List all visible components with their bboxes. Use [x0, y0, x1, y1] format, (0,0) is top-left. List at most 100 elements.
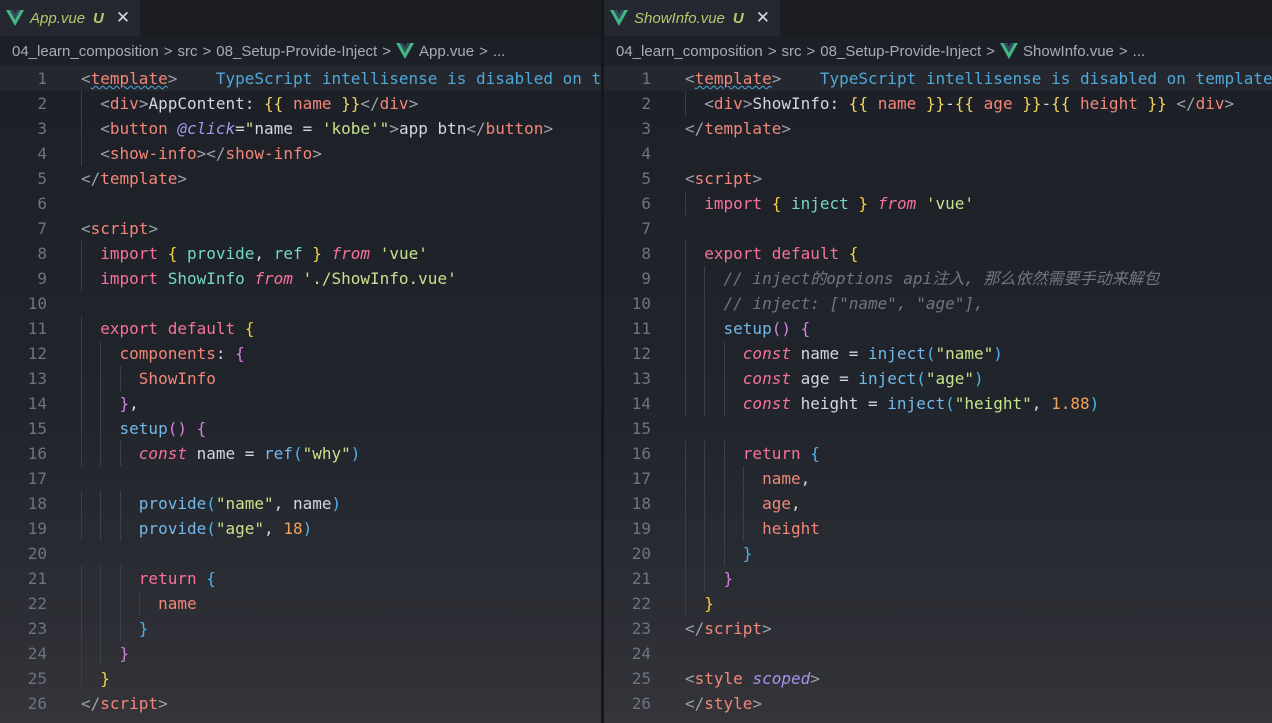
tab-bar: ShowInfo.vue U ✕: [604, 0, 1272, 36]
code-line[interactable]: 26 </script>: [0, 691, 601, 716]
code-line[interactable]: 15: [604, 416, 1272, 441]
code-line[interactable]: 17 name,: [604, 466, 1272, 491]
code-line[interactable]: 10 // inject: ["name", "age"],: [604, 291, 1272, 316]
code-line[interactable]: 22 name: [0, 591, 601, 616]
breadcrumb-folder[interactable]: src: [178, 43, 198, 60]
code-line[interactable]: 5 <script>: [604, 166, 1272, 191]
code-line[interactable]: 10: [0, 291, 601, 316]
code-content: import { provide, ref } from 'vue': [81, 241, 428, 266]
code-line[interactable]: 14 const height = inject("height", 1.88): [604, 391, 1272, 416]
code-line[interactable]: 16 const name = ref("why"): [0, 441, 601, 466]
code-line[interactable]: 24: [604, 641, 1272, 666]
code-line[interactable]: 23 </script>: [604, 616, 1272, 641]
code-editor[interactable]: 1 <template> TypeScript intellisense is d…: [604, 66, 1272, 716]
close-icon[interactable]: ✕: [756, 8, 770, 28]
breadcrumb-folder[interactable]: 04_learn_composition: [616, 43, 763, 60]
code-line[interactable]: 19 provide("age", 18): [0, 516, 601, 541]
code-line[interactable]: 5 </template>: [0, 166, 601, 191]
breadcrumb-folder[interactable]: 08_Setup-Provide-Inject: [820, 43, 981, 60]
code-line[interactable]: 26 </style>: [604, 691, 1272, 716]
code-token: const: [742, 369, 791, 388]
code-line[interactable]: 25 <style scoped>: [604, 666, 1272, 691]
code-line[interactable]: 21 }: [604, 566, 1272, 591]
code-token: ": [379, 119, 390, 138]
code-line[interactable]: 20: [0, 541, 601, 566]
code-line[interactable]: 2 <div>ShowInfo: {{ name }}-{{ age }}-{{…: [604, 91, 1272, 116]
tab-app-vue[interactable]: App.vue U ✕: [0, 0, 141, 36]
indent-guide: [100, 416, 102, 441]
code-line[interactable]: 8 import { provide, ref } from 'vue': [0, 241, 601, 266]
code-token: ref: [273, 244, 303, 263]
breadcrumb-file[interactable]: ShowInfo.vue: [1000, 43, 1114, 60]
code-line[interactable]: 8 export default {: [604, 241, 1272, 266]
code-token: ref: [264, 444, 293, 463]
code-line[interactable]: 14 },: [0, 391, 601, 416]
code-line[interactable]: 18 age,: [604, 491, 1272, 516]
code-line[interactable]: 21 return {: [0, 566, 601, 591]
code-line[interactable]: 4 <show-info></show-info>: [0, 141, 601, 166]
close-icon[interactable]: ✕: [116, 8, 130, 28]
code-token: (): [771, 319, 791, 338]
code-line[interactable]: 4: [604, 141, 1272, 166]
code-line[interactable]: 7 <script>: [0, 216, 601, 241]
indent-guide: [81, 241, 82, 266]
code-editor[interactable]: 1 <template> TypeScript intellisense is d…: [0, 66, 601, 716]
code-line[interactable]: 3 </template>: [604, 116, 1272, 141]
code-line[interactable]: 23 }: [0, 616, 601, 641]
code-token: (: [206, 494, 216, 513]
breadcrumb-more[interactable]: ...: [1133, 43, 1146, 60]
code-line[interactable]: 3 <button @click="name = 'kobe'">app btn…: [0, 116, 601, 141]
code-line[interactable]: 25 }: [0, 666, 601, 691]
code-line[interactable]: 9 import ShowInfo from './ShowInfo.vue': [0, 266, 601, 291]
intellisense-hint: TypeScript intellisense is disabled on t…: [215, 69, 601, 88]
tab-showinfo-vue[interactable]: ShowInfo.vue U ✕: [604, 0, 780, 36]
code-line[interactable]: 11 setup() {: [604, 316, 1272, 341]
code-token: template: [694, 69, 772, 88]
code-line[interactable]: 1 <template> TypeScript intellisense is d…: [604, 66, 1272, 91]
breadcrumb-folder[interactable]: src: [782, 43, 802, 60]
code-token: ,: [800, 469, 811, 488]
code-line[interactable]: 20 }: [604, 541, 1272, 566]
code-line[interactable]: 17: [0, 466, 601, 491]
code-line[interactable]: 13 ShowInfo: [0, 366, 601, 391]
code-line[interactable]: 19 height: [604, 516, 1272, 541]
code-line[interactable]: 9 // inject的options api注入, 那么依然需要手动来解包: [604, 266, 1272, 291]
code-line[interactable]: 7: [604, 216, 1272, 241]
chevron-right-icon: >: [806, 42, 816, 60]
code-token: <: [704, 94, 714, 113]
code-line[interactable]: 22 }: [604, 591, 1272, 616]
code-token: name: [158, 594, 197, 613]
code-line[interactable]: 6: [0, 191, 601, 216]
vue-icon: [610, 10, 628, 26]
code-line[interactable]: 6 import { inject } from 'vue': [604, 191, 1272, 216]
breadcrumb-folder[interactable]: 04_learn_composition: [12, 43, 159, 60]
line-number: 13: [27, 369, 47, 388]
breadcrumb-file[interactable]: App.vue: [396, 43, 474, 60]
editor-workspace: App.vue U ✕ 04_learn_composition > src >…: [0, 0, 1272, 723]
code-token: ): [350, 444, 361, 463]
code-line[interactable]: 12 components: {: [0, 341, 601, 366]
indent-guide: [704, 466, 706, 491]
code-line[interactable]: 12 const name = inject("name"): [604, 341, 1272, 366]
code-token: inject: [790, 194, 849, 213]
code-line[interactable]: 13 const age = inject("age"): [604, 366, 1272, 391]
code-token: }: [704, 594, 714, 613]
code-line[interactable]: 1 <template> TypeScript intellisense is d…: [0, 66, 601, 91]
indent-guide: [704, 366, 706, 391]
code-line[interactable]: 18 provide("name", name): [0, 491, 601, 516]
code-line[interactable]: 15 setup() {: [0, 416, 601, 441]
breadcrumb-folder[interactable]: 08_Setup-Provide-Inject: [216, 43, 377, 60]
code-token: script: [694, 169, 753, 188]
code-line[interactable]: 11 export default {: [0, 316, 601, 341]
indent-guide: [81, 641, 82, 666]
code-line[interactable]: 16 return {: [604, 441, 1272, 466]
code-line[interactable]: 24 }: [0, 641, 601, 666]
breadcrumb-more[interactable]: ...: [493, 43, 506, 60]
chevron-right-icon: >: [479, 42, 488, 60]
code-line[interactable]: 2 <div>AppContent: {{ name }}</div>: [0, 91, 601, 116]
code-token: provide: [186, 244, 255, 263]
